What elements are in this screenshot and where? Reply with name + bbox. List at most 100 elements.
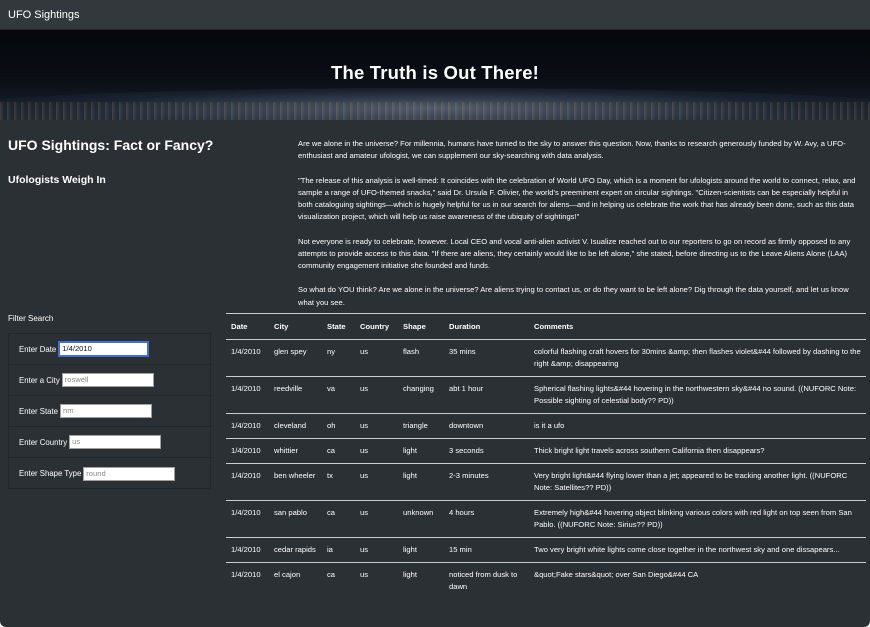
filter-search-heading: Filter Search [8, 314, 54, 323]
sightings-table-wrapper: Date City State Country Shape Duration C… [226, 313, 866, 599]
table-row: 1/4/2010 glen spey ny us flash 35 mins colorfu… [226, 339, 866, 377]
cell-comments: Spherical flashing lights&#44 hovering i… [529, 376, 866, 414]
cell-duration: 35 mins [444, 339, 529, 377]
cell-state: ca [327, 570, 336, 579]
cell-city: whittier [269, 438, 322, 464]
shape-input[interactable]: round [83, 466, 176, 481]
section-subtitle: Ufologists Weigh In [8, 174, 106, 186]
page-overflow-strip [190, 619, 390, 627]
cell-duration: abt 1 hour [444, 376, 529, 414]
cell-city: cleveland [269, 413, 322, 439]
navbar: UFO Sightings [0, 0, 870, 30]
cell-date: 1/4/2010 [226, 413, 269, 439]
navbar-brand-link[interactable]: UFO Sightings [8, 9, 80, 21]
cell-date: 1/4/2010 [226, 376, 269, 414]
cell-city: cedar rapids [269, 537, 322, 563]
cell-country: us [355, 537, 398, 563]
filter-row-country: Enter Country us [9, 427, 212, 458]
cell-comments: Thick bright light travels across southe… [529, 438, 866, 464]
cell-shape: light [398, 438, 444, 464]
cell-date: 1/4/2010 [226, 438, 269, 464]
table-row: 1/4/2010 ben wheeler tx us light 2-3 minutes V… [226, 463, 866, 501]
cell-date: 1/4/2010 [226, 339, 269, 377]
table-row: 1/4/2010 san pablo ca us unknown 4 hours Extre… [226, 500, 866, 538]
header-country: Country [355, 313, 398, 340]
hero-banner: The Truth is Out There! [0, 30, 870, 120]
cell-country: us [355, 339, 398, 377]
article-paragraph: So what do YOU think? Are we alone in th… [298, 285, 849, 307]
cell-comments: colorful flashing craft hovers for 30min… [529, 339, 866, 377]
header-date: Date [226, 313, 269, 340]
cell-comments: is it a ufo [529, 413, 866, 439]
cell-date: 1/4/2010 [231, 570, 261, 579]
table-row: 1/4/2010 cedar rapids ia us light 15 min Two v… [226, 537, 866, 563]
header-city: City [269, 313, 322, 340]
section-title: UFO Sightings: Fact or Fancy? [8, 137, 214, 153]
table-row: 1/4/2010 el cajon ca us light noticed from du… [226, 563, 866, 600]
cell-duration: 3 seconds [444, 438, 529, 464]
date-label: Enter Date [19, 344, 57, 354]
cell-state: va [322, 376, 355, 414]
country-input[interactable]: us [69, 435, 162, 449]
hero-title: The Truth is Out There! [330, 62, 540, 83]
cell-state: tx [322, 463, 355, 501]
cell-shape: light [398, 537, 444, 563]
shape-label: Enter Shape Type [19, 469, 82, 478]
cell-shape: light [398, 463, 444, 501]
cell-city: el cajon [274, 570, 301, 579]
cell-shape: flash [398, 339, 444, 377]
cell-city: ben wheeler [269, 463, 322, 501]
cell-duration: 15 min [444, 537, 529, 563]
cell-country: us [355, 413, 398, 439]
filter-panel: Enter Date 1/4/2010 Enter a City roswell… [8, 333, 212, 489]
cell-date: 1/4/2010 [226, 537, 269, 563]
table-body: 1/4/2010 glen spey ny us flash 35 mins colorfu… [226, 339, 866, 600]
cell-state: oh [322, 413, 355, 439]
city-lights [0, 102, 870, 120]
cell-date: 1/4/2010 [226, 463, 269, 501]
article-paragraph: Not everyone is ready to celebrate, howe… [298, 236, 851, 270]
city-input[interactable]: roswell [61, 373, 154, 387]
cell-date: 1/4/2010 [226, 500, 269, 538]
state-input[interactable]: nm [60, 404, 153, 418]
cell-shape: unknown [398, 500, 444, 538]
filter-row-city: Enter a City roswell [9, 365, 212, 396]
filter-row-shape: Enter Shape Type round [9, 458, 212, 489]
cell-shape: light [403, 570, 417, 579]
header-duration: Duration [444, 313, 529, 340]
cell-comments: Very bright light&#44 flying lower than … [529, 463, 866, 501]
header-shape: Shape [398, 313, 444, 340]
city-label: Enter a City [19, 375, 60, 385]
date-input[interactable]: 1/4/2010 [58, 341, 150, 357]
table-row: 1/4/2010 whittier ca us light 3 seconds Thick … [226, 438, 866, 464]
filter-row-date: Enter Date 1/4/2010 [9, 334, 212, 365]
cell-shape: changing [398, 376, 444, 414]
table-header-row: Date City State Country Shape Duration C… [226, 313, 866, 340]
table-header: Date City State Country Shape Duration C… [226, 313, 866, 340]
article-paragraph: "The release of this analysis is well-ti… [298, 175, 856, 222]
cell-country: us [355, 463, 398, 501]
cell-city: reedville [269, 376, 322, 414]
cell-comments: Extremely high&#44 hovering object blink… [529, 500, 866, 538]
cell-city: glen spey [269, 339, 322, 377]
header-state: State [322, 313, 355, 340]
state-label: Enter State [19, 406, 59, 416]
cell-duration: noticed from dusk to dawn [449, 570, 518, 591]
cell-country: us [355, 438, 398, 464]
cell-state: ca [322, 500, 355, 538]
cell-country: us [360, 570, 369, 579]
article-paragraph: Are we alone in the universe? For millen… [298, 139, 846, 161]
table-row: 1/4/2010 reedville va us changing abt 1 hour S… [226, 376, 866, 414]
cell-duration: 2-3 minutes [444, 463, 529, 501]
country-label: Enter Country [19, 437, 68, 447]
article-body: Are we alone in the universe? For millen… [298, 138, 864, 321]
left-header: UFO Sightings: Fact or Fancy? [8, 137, 258, 153]
cell-country: us [355, 500, 398, 538]
cell-duration: downtown [444, 413, 529, 439]
cell-state: ia [322, 537, 355, 563]
cell-comments: Two very bright white lights come close … [529, 537, 866, 563]
cell-comments: &quot;Fake stars&quot; over San Diego&#4… [534, 570, 699, 579]
cell-shape: triangle [398, 413, 444, 439]
sightings-table: Date City State Country Shape Duration C… [226, 313, 866, 599]
table-row: 1/4/2010 cleveland oh us triangle downtown is … [226, 413, 866, 439]
